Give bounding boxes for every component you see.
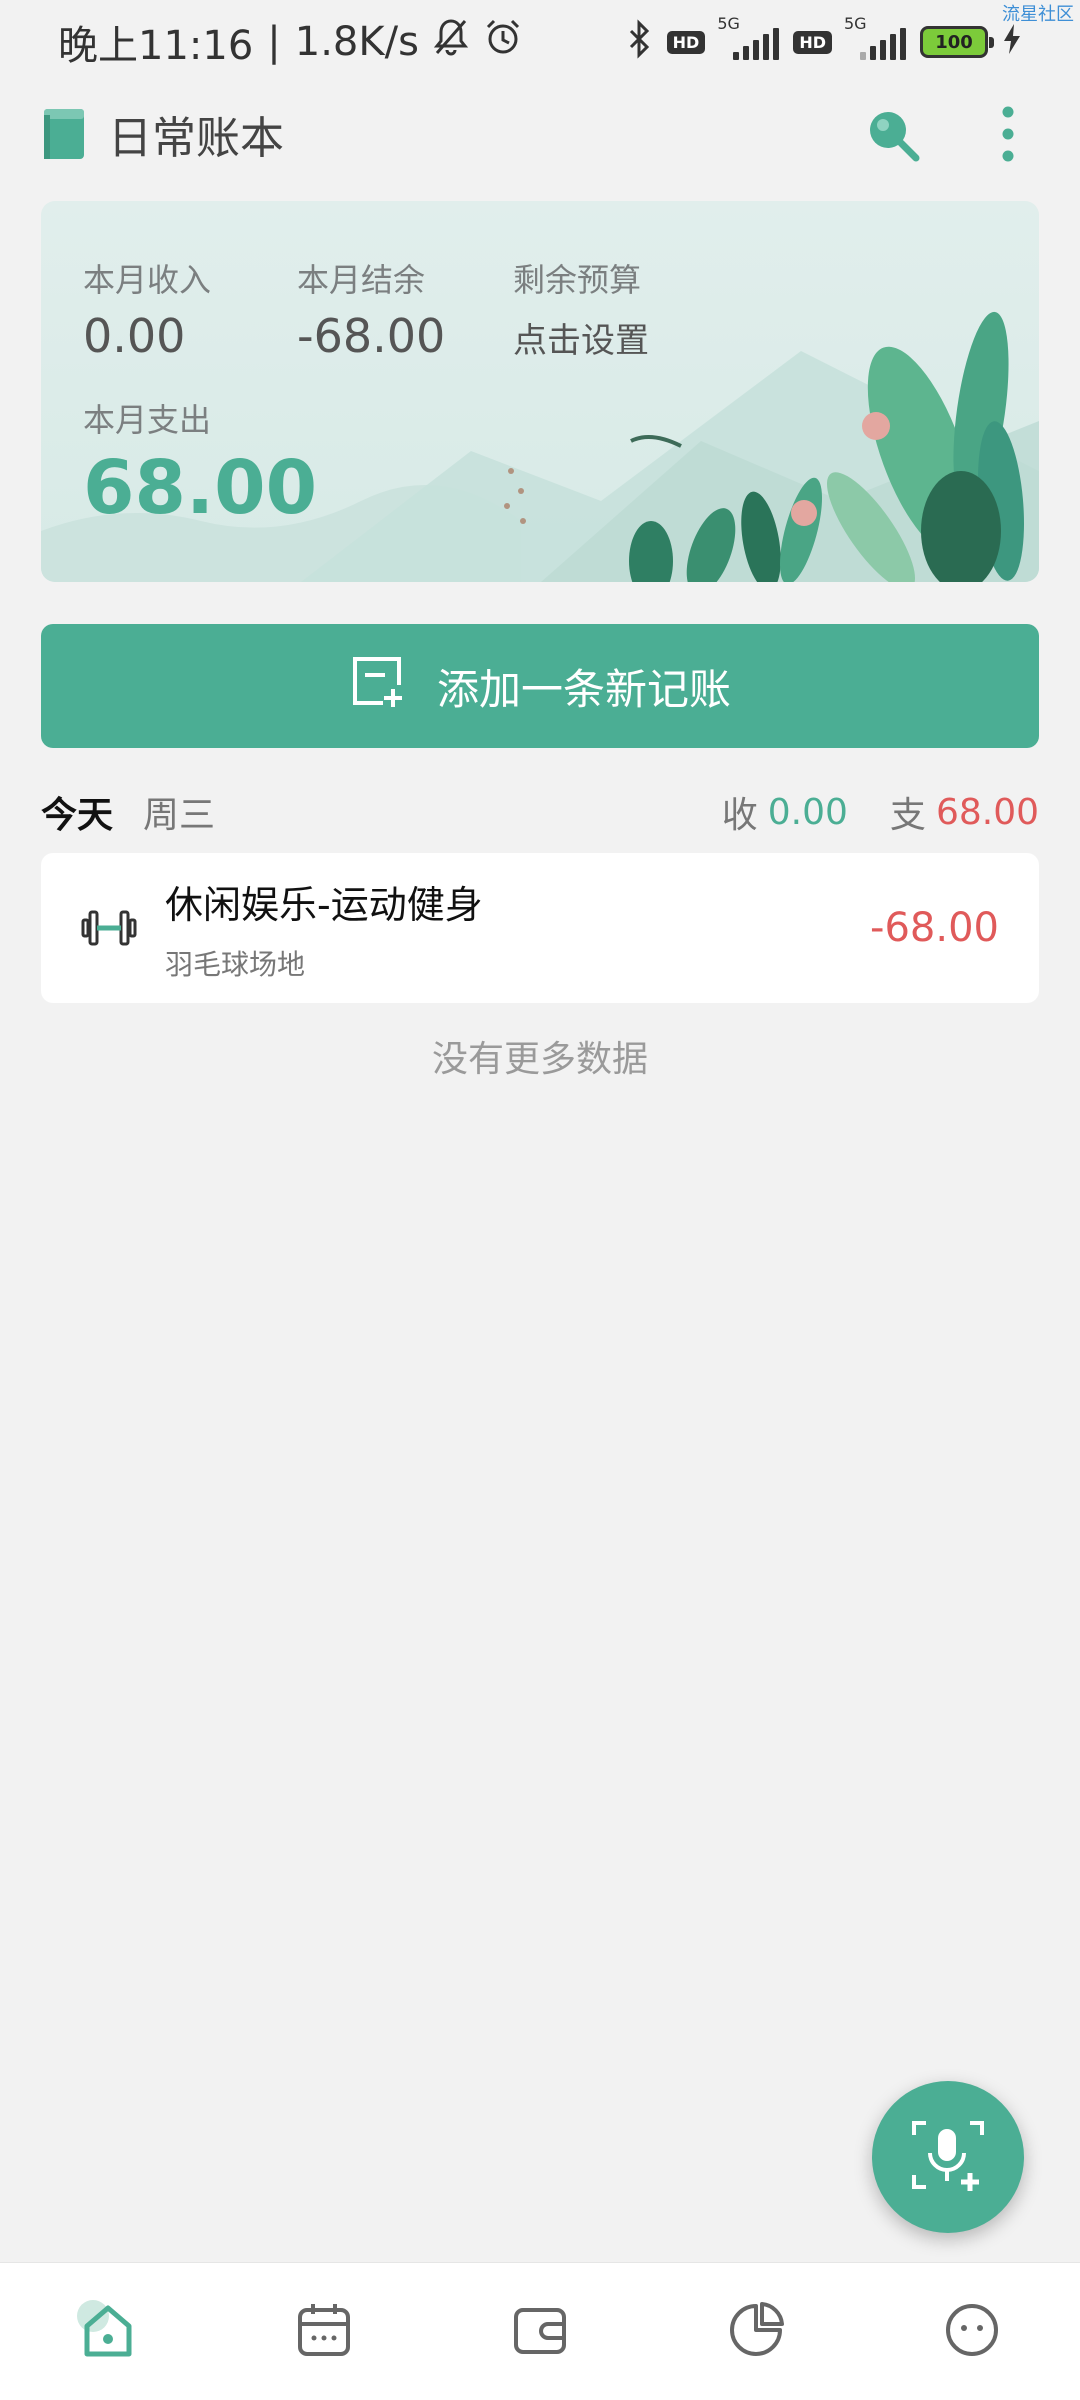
day-label: 今天 — [41, 795, 114, 836]
add-note-icon — [349, 653, 405, 719]
calendar-icon — [294, 2300, 354, 2364]
budget-set-link[interactable]: 点击设置 — [513, 313, 649, 362]
home-icon — [73, 2298, 143, 2366]
app-root: 晚上11:16 | 1.8K/s HD 5G HD 5G 100 流星社区 日常… — [0, 0, 1080, 2400]
budget-stat[interactable]: 剩余预算 点击设置 — [513, 255, 649, 362]
day-header: 今天 周三 收 0.00 支 68.00 — [41, 782, 1039, 842]
network-speed: 1.8K/s — [294, 19, 419, 65]
app-bar: 日常账本 — [0, 94, 1080, 174]
battery-icon: 100 — [920, 26, 994, 58]
weekday-label: 周三 — [143, 795, 216, 836]
status-bar: 晚上11:16 | 1.8K/s HD 5G HD 5G 100 流星社区 — [0, 0, 1080, 84]
day-totals: 收 0.00 支 68.00 — [722, 786, 1039, 838]
monthly-summary-card: 本月收入 0.00 本月结余 -68.00 剩余预算 点击设置 本月支出 68.… — [41, 201, 1039, 582]
bluetooth-icon — [627, 18, 653, 66]
day-income-value: 0.00 — [767, 791, 848, 833]
wallet-icon — [510, 2300, 570, 2364]
page-title: 日常账本 — [108, 113, 284, 164]
dumbbell-icon — [81, 900, 137, 956]
status-left: 晚上11:16 | 1.8K/s — [58, 13, 523, 71]
income-stat: 本月收入 0.00 — [83, 255, 211, 363]
profile-icon — [942, 2300, 1002, 2364]
add-record-label: 添加一条新记账 — [436, 664, 731, 714]
signal-icon-2: 5G — [844, 14, 906, 60]
no-more-data-text: 没有更多数据 — [431, 1039, 648, 1080]
status-divider: | — [267, 19, 281, 65]
day-income-label: 收 — [721, 795, 758, 836]
record-text: 休闲娱乐-运动健身 羽毛球场地 — [165, 874, 483, 983]
alarm-icon — [483, 17, 523, 67]
nav-calendar[interactable] — [264, 2272, 384, 2392]
pie-chart-icon — [726, 2300, 786, 2364]
status-time: 晚上11:16 — [58, 23, 254, 69]
battery-level: 100 — [935, 31, 973, 53]
record-category: 休闲娱乐-运动健身 — [165, 882, 483, 927]
signal-label-1: 5G — [717, 14, 740, 33]
bell-off-icon — [433, 17, 469, 67]
search-icon[interactable] — [862, 104, 922, 164]
app-bar-actions — [862, 104, 1038, 164]
list-item[interactable]: 休闲娱乐-运动健身 羽毛球场地 -68.00 — [41, 853, 1039, 1003]
expense-label: 本月支出 — [83, 401, 212, 439]
expense-value: 68.00 — [83, 445, 318, 531]
signal-icon-1: 5G — [717, 14, 780, 60]
record-note: 羽毛球场地 — [165, 947, 306, 981]
hd-badge-1: HD — [666, 30, 706, 54]
budget-label: 剩余预算 — [513, 261, 642, 299]
income-label: 本月收入 — [83, 261, 212, 299]
nav-home[interactable] — [48, 2272, 168, 2392]
nav-wallet[interactable] — [480, 2272, 600, 2392]
add-record-button[interactable]: 添加一条新记账 — [41, 624, 1039, 748]
income-value: 0.00 — [83, 309, 186, 363]
day-expense-value: 68.00 — [935, 791, 1039, 833]
balance-value: -68.00 — [297, 309, 446, 363]
more-vertical-icon[interactable] — [978, 104, 1038, 164]
bottom-navigation — [0, 2262, 1080, 2400]
nav-profile[interactable] — [912, 2272, 1032, 2392]
balance-label: 本月结余 — [297, 261, 426, 299]
expense-stat: 本月支出 68.00 — [83, 395, 317, 531]
day-expense-label: 支 — [889, 795, 926, 836]
watermark: 流星社区 — [1002, 4, 1074, 25]
record-amount: -68.00 — [870, 905, 999, 951]
status-right: HD 5G HD 5G 100 — [627, 14, 1022, 66]
hd-badge-2: HD — [793, 30, 832, 54]
balance-stat: 本月结余 -68.00 — [297, 255, 445, 363]
voice-add-icon — [908, 2115, 988, 2199]
voice-add-button[interactable] — [872, 2081, 1024, 2233]
charging-icon — [1002, 22, 1022, 63]
nav-statistics[interactable] — [696, 2272, 816, 2392]
signal-label-2: 5G — [844, 14, 867, 33]
book-icon — [42, 107, 86, 161]
